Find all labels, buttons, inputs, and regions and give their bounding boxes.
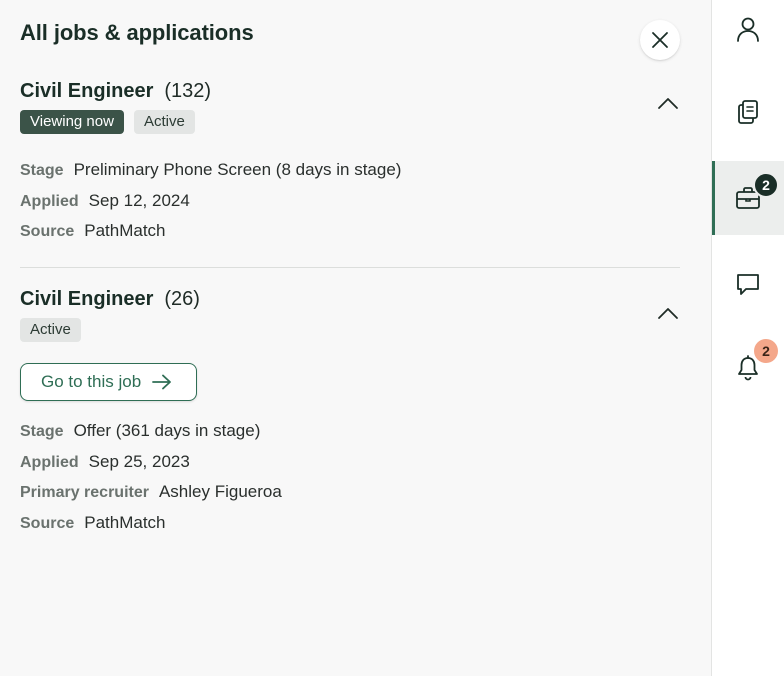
status-badge: Active — [20, 318, 81, 342]
go-to-job-button[interactable]: Go to this job — [20, 363, 197, 401]
job-application-card: Civil Engineer (132) Viewing now Active … — [20, 76, 680, 252]
job-application-card: Civil Engineer (26) Active Go to this jo… — [20, 284, 680, 543]
detail-value: PathMatch — [84, 512, 166, 532]
detail-label: Stage — [20, 162, 64, 179]
chevron-up-icon[interactable] — [656, 94, 680, 114]
close-button[interactable] — [640, 20, 680, 60]
job-title[interactable]: Civil Engineer — [20, 80, 153, 103]
detail-value: Sep 25, 2023 — [88, 451, 190, 471]
documents-icon — [738, 100, 758, 124]
app: All jobs & applications Civil Engineer (… — [0, 0, 784, 676]
application-details: Stage Preliminary Phone Screen (8 days i… — [20, 160, 680, 252]
job-header: Civil Engineer (132) — [20, 76, 680, 106]
detail-label: Source — [20, 514, 75, 532]
detail-value: Ashley Figueroa — [158, 482, 282, 501]
badge-row: Active — [20, 318, 680, 342]
job-candidate-count: (132) — [164, 79, 212, 102]
detail-label: Applied — [20, 192, 79, 210]
detail-value: Preliminary Phone Screen (8 days in stag… — [73, 160, 402, 179]
rail-documents-button[interactable] — [712, 75, 784, 149]
application-details: Stage Offer (361 days in stage) Applied … — [20, 421, 680, 543]
viewing-now-badge: Viewing now — [20, 110, 124, 134]
job-header: Civil Engineer (26) — [20, 284, 680, 314]
detail-row-source: Source PathMatch — [20, 221, 680, 252]
detail-row-applied: Applied Sep 12, 2024 — [20, 191, 680, 222]
badge-row: Viewing now Active — [20, 110, 680, 134]
applications-panel: All jobs & applications Civil Engineer (… — [0, 0, 711, 676]
job-candidate-count: (26) — [164, 287, 200, 310]
chevron-up-icon[interactable] — [656, 304, 680, 324]
chat-icon — [737, 274, 759, 295]
detail-row-source: Source PathMatch — [20, 513, 680, 544]
go-to-job-label: Go to this job — [41, 372, 142, 391]
rail-profile-button[interactable] — [712, 0, 784, 66]
detail-row-recruiter: Primary recruiter Ashley Figueroa — [20, 482, 680, 513]
right-sidebar: 2 2 — [711, 0, 784, 676]
rail-notifications-button[interactable]: 2 — [712, 331, 784, 405]
panel-title: All jobs & applications — [20, 20, 254, 45]
person-icon — [737, 17, 759, 42]
divider — [20, 267, 680, 268]
detail-label: Applied — [20, 453, 79, 471]
notifications-count-badge: 2 — [754, 339, 778, 363]
detail-value: Offer (361 days in stage) — [73, 421, 261, 440]
job-title[interactable]: Civil Engineer — [20, 288, 153, 311]
detail-label: Source — [20, 223, 75, 240]
detail-row-stage: Stage Offer (361 days in stage) — [20, 421, 680, 452]
rail-jobs-button[interactable]: 2 — [712, 161, 784, 235]
arrow-right-icon — [152, 374, 172, 390]
detail-value: Sep 12, 2024 — [88, 190, 190, 210]
detail-row-stage: Stage Preliminary Phone Screen (8 days i… — [20, 160, 680, 191]
detail-value: PathMatch — [84, 221, 166, 240]
jobs-count-badge: 2 — [753, 172, 779, 198]
rail-messages-button[interactable] — [712, 247, 784, 321]
detail-label: Stage — [20, 423, 64, 440]
close-icon — [652, 32, 668, 48]
status-badge: Active — [133, 110, 195, 134]
detail-row-applied: Applied Sep 25, 2023 — [20, 452, 680, 483]
detail-label: Primary recruiter — [20, 484, 149, 501]
